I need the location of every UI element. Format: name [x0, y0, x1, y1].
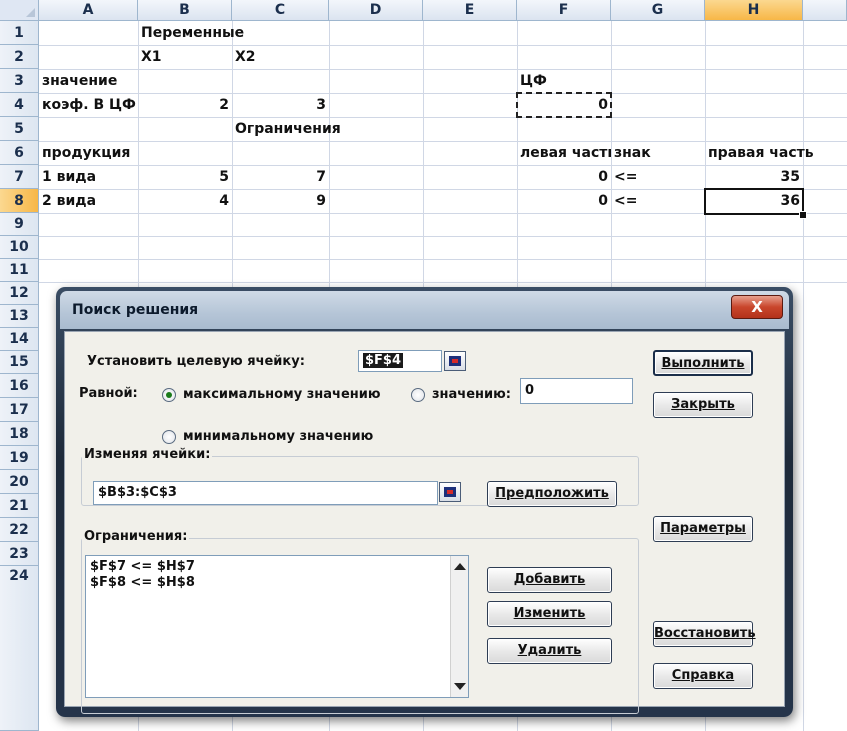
row-header-15[interactable]: 15 — [0, 351, 39, 374]
constraints-label: Ограничения: — [82, 529, 190, 544]
radio-value-label[interactable]: значению: — [432, 387, 511, 402]
solver-dialog: Поиск решения X Установить целевую ячейк… — [56, 287, 793, 717]
close-icon[interactable]: X — [731, 295, 783, 319]
select-all-corner[interactable] — [0, 0, 39, 21]
equal-to-label: Равной: — [79, 386, 138, 401]
cell-g8[interactable]: <= — [611, 189, 705, 213]
active-cell-border — [704, 188, 804, 215]
row-header-23[interactable]: 23 — [0, 542, 39, 566]
target-cell-input[interactable]: $F$4 — [358, 350, 442, 372]
row-header-14[interactable]: 14 — [0, 328, 39, 351]
cell-f6[interactable]: левая часть — [517, 141, 611, 165]
column-header-a[interactable]: A — [39, 0, 138, 21]
row-header-16[interactable]: 16 — [0, 374, 39, 398]
row-header-18[interactable]: 18 — [0, 422, 39, 446]
collapse-dialog-icon[interactable] — [439, 482, 461, 502]
row-header-8[interactable]: 8 — [0, 189, 39, 213]
row-header-24[interactable]: 24 — [0, 566, 39, 731]
column-header-c[interactable]: C — [232, 0, 329, 21]
changing-cells-label: Изменяя ячейки: — [82, 447, 213, 462]
scroll-up-icon[interactable] — [454, 563, 466, 570]
fill-handle[interactable] — [799, 211, 807, 219]
column-header-h[interactable]: H — [705, 0, 803, 21]
row-header-1[interactable]: 1 — [0, 21, 39, 45]
row-header-17[interactable]: 17 — [0, 398, 39, 422]
cell-a8[interactable]: 2 вида — [39, 189, 138, 213]
cell-b4[interactable]: 2 — [138, 93, 232, 117]
constraints-scrollbar[interactable] — [450, 556, 468, 697]
row-header-10[interactable]: 10 — [0, 236, 39, 259]
cell-c5[interactable]: Ограничения — [232, 117, 422, 141]
row-header-20[interactable]: 20 — [0, 470, 39, 494]
row-header-9[interactable]: 9 — [0, 213, 39, 236]
row-header-12[interactable]: 12 — [0, 282, 39, 305]
cell-g7[interactable]: <= — [611, 165, 705, 189]
cell-f3[interactable]: ЦФ — [517, 69, 611, 93]
cell-h6[interactable]: правая часть — [705, 141, 845, 165]
column-header-f[interactable]: F — [517, 0, 611, 21]
radio-max-label[interactable]: максимальному значению — [183, 387, 381, 402]
constraints-list[interactable]: $F$7 <= $H$7 $F$8 <= $H$8 — [85, 555, 469, 698]
cell-b8[interactable]: 4 — [138, 189, 232, 213]
cell-a6[interactable]: продукция — [39, 141, 229, 165]
row-header-6[interactable]: 6 — [0, 141, 39, 165]
dialog-titlebar[interactable]: Поиск решения X — [60, 291, 789, 329]
delete-button[interactable]: Удалить — [487, 638, 612, 664]
column-header-g[interactable]: G — [611, 0, 705, 21]
cell-a7[interactable]: 1 вида — [39, 165, 138, 189]
cell-c7[interactable]: 7 — [232, 165, 329, 189]
column-header-d[interactable]: D — [329, 0, 423, 21]
target-cell-label: Установить целевую ячейку: — [87, 354, 305, 369]
close-button[interactable]: Закрыть — [653, 392, 753, 418]
dialog-title: Поиск решения — [72, 302, 199, 318]
cell-c2[interactable]: X2 — [232, 45, 329, 69]
row-header-22[interactable]: 22 — [0, 518, 39, 542]
help-button[interactable]: Справка — [653, 663, 753, 689]
cell-b2[interactable]: X1 — [138, 45, 232, 69]
add-button[interactable]: Добавить — [487, 567, 612, 593]
cell-f7[interactable]: 0 — [517, 165, 611, 189]
column-header-e[interactable]: E — [423, 0, 517, 21]
row-header-7[interactable]: 7 — [0, 165, 39, 189]
cell-b7[interactable]: 5 — [138, 165, 232, 189]
reset-all-button[interactable]: Восстановить — [653, 621, 756, 647]
cell-g6[interactable]: знак — [611, 141, 705, 165]
copy-marquee — [516, 92, 612, 118]
list-item[interactable]: $F$7 <= $H$7 — [90, 559, 195, 574]
column-header-b[interactable]: B — [138, 0, 232, 21]
row-header-21[interactable]: 21 — [0, 494, 39, 518]
row-header-4[interactable]: 4 — [0, 93, 39, 117]
cell-c4[interactable]: 3 — [232, 93, 329, 117]
radio-min-label[interactable]: минимальному значению — [183, 429, 373, 444]
target-cell-value: $F$4 — [363, 353, 404, 368]
change-button[interactable]: Изменить — [487, 601, 612, 627]
cell-h7[interactable]: 35 — [705, 165, 803, 189]
changing-cells-input[interactable]: $B$3:$C$3 — [93, 481, 438, 505]
scroll-down-icon[interactable] — [454, 683, 466, 690]
cell-a4[interactable]: коэф. В ЦФ — [39, 93, 138, 117]
options-button[interactable]: Параметры — [653, 516, 753, 542]
row-header-5[interactable]: 5 — [0, 117, 39, 141]
radio-max[interactable] — [162, 388, 176, 402]
radio-value[interactable] — [411, 388, 425, 402]
cell-a3[interactable]: значение — [39, 69, 138, 93]
radio-min[interactable] — [162, 430, 176, 444]
row-header-3[interactable]: 3 — [0, 69, 39, 93]
row-header-13[interactable]: 13 — [0, 305, 39, 328]
solve-button[interactable]: Выполнить — [653, 350, 753, 376]
guess-button[interactable]: Предположить — [487, 481, 617, 507]
row-header-11[interactable]: 11 — [0, 259, 39, 282]
row-header-2[interactable]: 2 — [0, 45, 39, 69]
cell-f8[interactable]: 0 — [517, 189, 611, 213]
row-header-19[interactable]: 19 — [0, 446, 39, 470]
cell-c8[interactable]: 9 — [232, 189, 329, 213]
column-header-i[interactable] — [803, 0, 847, 21]
cell-b1[interactable]: Переменные — [138, 21, 328, 45]
dialog-body: Установить целевую ячейку: $F$4 Равной: … — [64, 331, 785, 714]
list-item[interactable]: $F$8 <= $H$8 — [90, 575, 195, 590]
collapse-dialog-icon[interactable] — [444, 351, 466, 371]
value-input[interactable]: 0 — [520, 378, 633, 404]
